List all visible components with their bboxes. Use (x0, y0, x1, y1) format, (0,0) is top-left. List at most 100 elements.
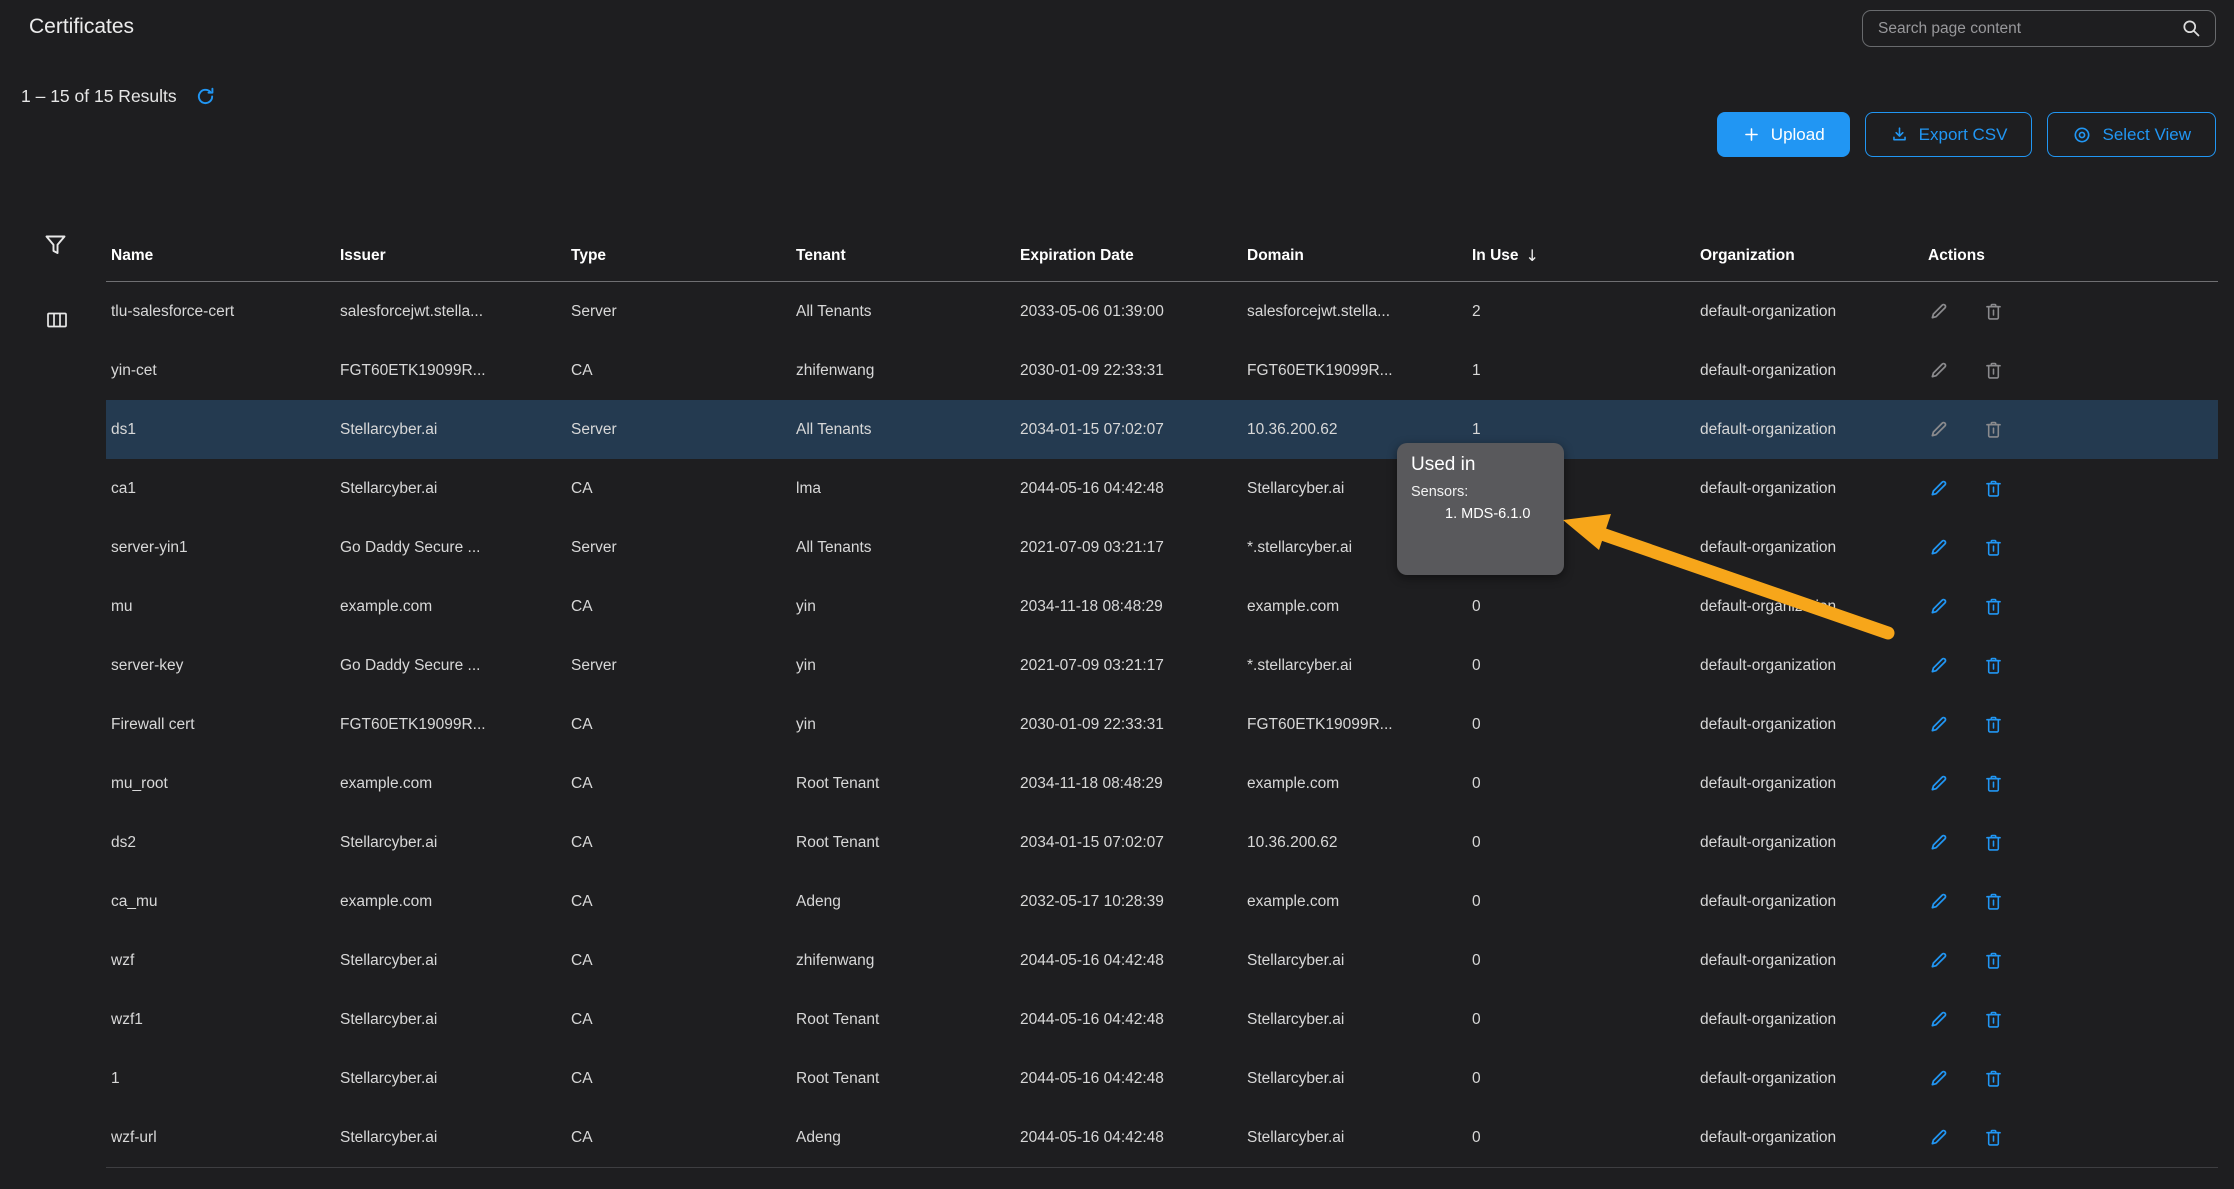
filter-icon[interactable] (42, 232, 69, 264)
column-header-label: In Use (1472, 247, 1519, 265)
cell-issuer: Go Daddy Secure ... (340, 657, 571, 675)
trash-icon (1983, 537, 2004, 558)
delete-button (1983, 301, 2004, 322)
delete-button[interactable] (1983, 478, 2004, 499)
edit-button[interactable] (1928, 1068, 1949, 1089)
search-input[interactable] (1876, 19, 2181, 39)
trash-icon (1983, 596, 2004, 617)
cell-tenant: lma (796, 480, 1020, 498)
edit-button[interactable] (1928, 537, 1949, 558)
table-row[interactable]: tlu-salesforce-certsalesforcejwt.stella.… (106, 282, 2218, 341)
pencil-icon (1928, 419, 1949, 440)
delete-button[interactable] (1983, 1127, 2004, 1148)
results-count: 1 – 15 of 15 Results (21, 86, 177, 107)
edit-button[interactable] (1928, 1009, 1949, 1030)
delete-button[interactable] (1983, 655, 2004, 676)
edit-button[interactable] (1928, 1127, 1949, 1148)
plus-icon (1742, 125, 1761, 144)
delete-button[interactable] (1983, 950, 2004, 971)
column-header-expiration-date[interactable]: Expiration Date (1020, 247, 1247, 265)
table-row[interactable]: wzf1Stellarcyber.aiCARoot Tenant2044-05-… (106, 990, 2218, 1049)
pencil-icon (1928, 1068, 1949, 1089)
cell-type: CA (571, 480, 796, 498)
delete-button[interactable] (1983, 891, 2004, 912)
tooltip-sensor-item: 1. MDS-6.1.0 (1411, 506, 1550, 522)
trash-icon (1983, 832, 2004, 853)
cell-issuer: Stellarcyber.ai (340, 952, 571, 970)
column-header-label: Type (571, 247, 606, 265)
cell-organization: default-organization (1700, 421, 1928, 439)
columns-icon[interactable] (44, 308, 70, 337)
delete-button[interactable] (1983, 773, 2004, 794)
cell-in-use: 1 (1472, 362, 1700, 380)
edit-button[interactable] (1928, 714, 1949, 735)
cell-issuer: example.com (340, 598, 571, 616)
cell-name: wzf-url (111, 1129, 340, 1147)
cell-expiration-date: 2044-05-16 04:42:48 (1020, 1011, 1247, 1029)
column-header-type[interactable]: Type (571, 247, 796, 265)
table-row[interactable]: server-yin1Go Daddy Secure ...ServerAll … (106, 518, 2218, 577)
table-row[interactable]: yin-cetFGT60ETK19099R...CAzhifenwang2030… (106, 341, 2218, 400)
delete-button[interactable] (1983, 1068, 2004, 1089)
delete-button[interactable] (1983, 1009, 2004, 1030)
edit-button[interactable] (1928, 950, 1949, 971)
edit-button[interactable] (1928, 655, 1949, 676)
table-row[interactable]: server-keyGo Daddy Secure ...Serveryin20… (106, 636, 2218, 695)
cell-name: Firewall cert (111, 716, 340, 734)
cell-expiration-date: 2021-07-09 03:21:17 (1020, 657, 1247, 675)
refresh-icon[interactable] (195, 86, 216, 107)
table-row[interactable]: ca1Stellarcyber.aiCAlma2044-05-16 04:42:… (106, 459, 2218, 518)
column-header-in-use[interactable]: In Use↓ (1472, 246, 1700, 265)
select-view-button[interactable]: Select View (2047, 112, 2216, 157)
delete-button[interactable] (1983, 596, 2004, 617)
search-box[interactable] (1862, 10, 2216, 47)
export-csv-button-label: Export CSV (1919, 125, 2008, 145)
cell-tenant: All Tenants (796, 303, 1020, 321)
edit-button[interactable] (1928, 832, 1949, 853)
cell-organization: default-organization (1700, 598, 1928, 616)
download-icon (1890, 125, 1909, 144)
table-row[interactable]: wzf-urlStellarcyber.aiCAAdeng2044-05-16 … (106, 1108, 2218, 1167)
cell-name: wzf1 (111, 1011, 340, 1029)
column-header-domain[interactable]: Domain (1247, 247, 1472, 265)
edit-button[interactable] (1928, 478, 1949, 499)
delete-button[interactable] (1983, 714, 2004, 735)
cell-expiration-date: 2034-01-15 07:02:07 (1020, 834, 1247, 852)
edit-button[interactable] (1928, 891, 1949, 912)
cell-tenant: Root Tenant (796, 1070, 1020, 1088)
cell-issuer: example.com (340, 893, 571, 911)
column-header-tenant[interactable]: Tenant (796, 247, 1020, 265)
delete-button[interactable] (1983, 537, 2004, 558)
cell-type: Server (571, 421, 796, 439)
column-header-actions: Actions (1928, 247, 2218, 265)
table-row[interactable]: mu_rootexample.comCARoot Tenant2034-11-1… (106, 754, 2218, 813)
edit-button[interactable] (1928, 596, 1949, 617)
table-row[interactable]: wzfStellarcyber.aiCAzhifenwang2044-05-16… (106, 931, 2218, 990)
search-icon[interactable] (2181, 18, 2202, 39)
column-header-organization[interactable]: Organization (1700, 247, 1928, 265)
export-csv-button[interactable]: Export CSV (1865, 112, 2033, 157)
cell-actions (1928, 655, 2218, 676)
column-header-label: Domain (1247, 247, 1304, 265)
pencil-icon (1928, 714, 1949, 735)
cell-organization: default-organization (1700, 480, 1928, 498)
cell-tenant: Root Tenant (796, 834, 1020, 852)
table-row[interactable]: ds1Stellarcyber.aiServerAll Tenants2034-… (106, 400, 2218, 459)
trash-icon (1983, 655, 2004, 676)
column-header-name[interactable]: Name (111, 247, 340, 265)
table-row[interactable]: 1Stellarcyber.aiCARoot Tenant2044-05-16 … (106, 1049, 2218, 1108)
cell-issuer: Stellarcyber.ai (340, 421, 571, 439)
table-row[interactable]: ds2Stellarcyber.aiCARoot Tenant2034-01-1… (106, 813, 2218, 872)
column-header-label: Expiration Date (1020, 247, 1134, 265)
cell-issuer: Stellarcyber.ai (340, 480, 571, 498)
table-row[interactable]: ca_muexample.comCAAdeng2032-05-17 10:28:… (106, 872, 2218, 931)
cell-actions (1928, 773, 2218, 794)
cell-domain: FGT60ETK19099R... (1247, 362, 1472, 380)
column-header-issuer[interactable]: Issuer (340, 247, 571, 265)
table-row[interactable]: Firewall certFGT60ETK19099R...CAyin2030-… (106, 695, 2218, 754)
upload-button[interactable]: Upload (1717, 112, 1850, 157)
table-row[interactable]: muexample.comCAyin2034-11-18 08:48:29exa… (106, 577, 2218, 636)
edit-button[interactable] (1928, 773, 1949, 794)
cell-organization: default-organization (1700, 1070, 1928, 1088)
delete-button[interactable] (1983, 832, 2004, 853)
